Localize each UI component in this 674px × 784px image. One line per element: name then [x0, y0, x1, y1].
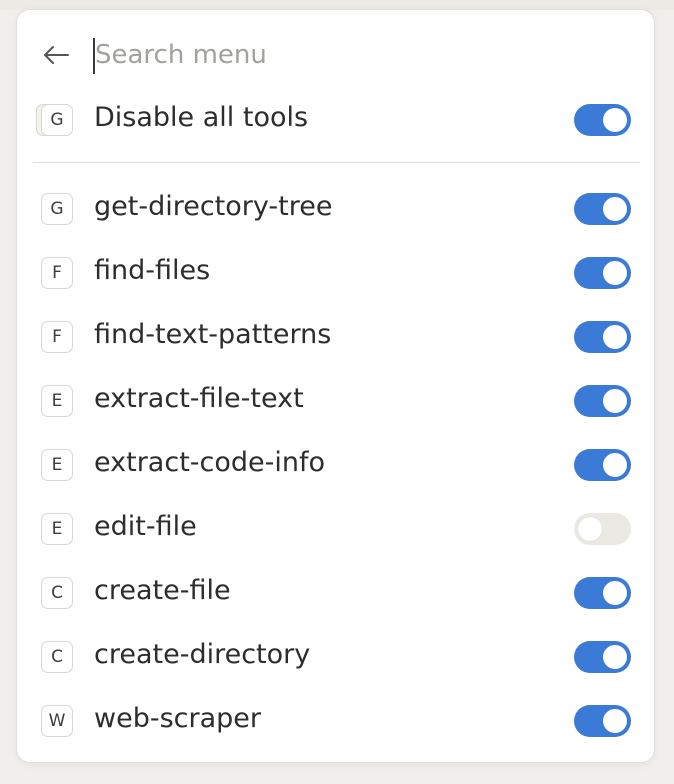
tool-badge: E: [41, 513, 73, 545]
disable-all-tools-label: Disable all tools: [94, 102, 309, 133]
tool-badge: E: [41, 449, 73, 481]
tool-label: get-directory-tree: [94, 191, 333, 222]
tool-label: find-text-patterns: [94, 319, 332, 350]
tool-toggle[interactable]: [574, 641, 631, 673]
toggle-knob: [603, 645, 627, 669]
tool-label: extract-code-info: [94, 447, 326, 478]
tool-badge: W: [41, 705, 73, 737]
toggle-knob: [603, 389, 627, 413]
tool-toggle[interactable]: [574, 577, 631, 609]
tool-badge: F: [41, 257, 73, 289]
search-row: [17, 30, 654, 82]
toggle-knob: [603, 197, 627, 221]
disable-all-tools-toggle[interactable]: [574, 104, 631, 136]
tool-row[interactable]: Ccreate-directory: [17, 631, 654, 687]
toggle-knob: [603, 453, 627, 477]
tool-toggle[interactable]: [574, 257, 631, 289]
tool-label: find-files: [94, 255, 211, 286]
tool-label: create-directory: [94, 639, 311, 670]
tool-toggle[interactable]: [574, 321, 631, 353]
search-input[interactable]: [93, 36, 613, 74]
back-arrow-icon[interactable]: [41, 42, 71, 68]
tool-label: web-scraper: [94, 703, 261, 734]
tool-badge: C: [41, 577, 73, 609]
tool-badge: G: [41, 193, 73, 225]
tool-row[interactable]: Eextract-code-info: [17, 439, 654, 495]
tool-badge: E: [41, 385, 73, 417]
tool-row[interactable]: Ccreate-file: [17, 567, 654, 623]
tool-row[interactable]: Eedit-file: [17, 503, 654, 559]
tool-toggle[interactable]: [574, 513, 631, 545]
tool-toggle[interactable]: [574, 449, 631, 481]
tool-badge: C: [41, 641, 73, 673]
tool-toggle[interactable]: [574, 705, 631, 737]
tool-row[interactable]: Eextract-file-text: [17, 375, 654, 431]
toggle-knob: [603, 325, 627, 349]
toggle-knob: [603, 709, 627, 733]
tool-row[interactable]: Ffind-files: [17, 247, 654, 303]
divider: [33, 162, 640, 163]
tool-toggle[interactable]: [574, 385, 631, 417]
tool-row[interactable]: Wweb-scraper: [17, 695, 654, 751]
tool-row[interactable]: Ffind-text-patterns: [17, 311, 654, 367]
tool-label: edit-file: [94, 511, 197, 542]
toggle-knob: [603, 108, 627, 132]
tool-label: extract-file-text: [94, 383, 304, 414]
text-caret: [93, 38, 95, 74]
toggle-knob: [578, 517, 602, 541]
tools-menu-panel: G Disable all tools Gget-directory-tree F…: [16, 9, 655, 763]
disable-all-tools-row[interactable]: G Disable all tools: [17, 94, 654, 150]
tool-badge: F: [41, 321, 73, 353]
toggle-knob: [603, 261, 627, 285]
tool-label: create-file: [94, 575, 231, 606]
toggle-knob: [603, 581, 627, 605]
tool-toggle[interactable]: [574, 193, 631, 225]
tool-badge: G: [41, 104, 73, 136]
tool-row[interactable]: Gget-directory-tree: [17, 183, 654, 239]
